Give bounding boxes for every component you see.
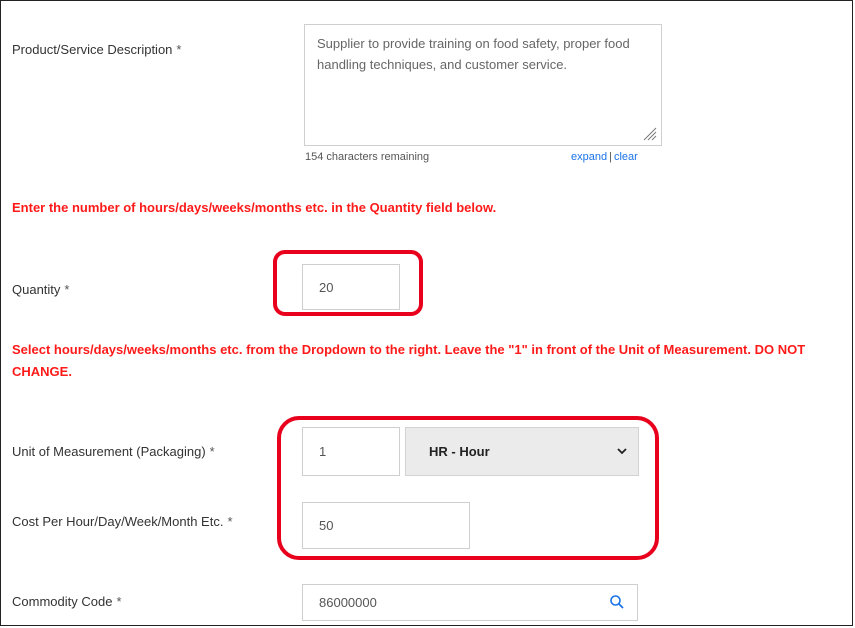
description-label: Product/Service Description * [12,42,181,57]
required-star: * [227,514,233,529]
uom-label-text: Unit of Measurement (Packaging) [12,444,206,459]
required-star: * [176,42,182,57]
resize-handle-icon[interactable] [643,127,657,141]
expand-link[interactable]: expand [571,151,607,163]
quantity-instruction: Enter the number of hours/days/weeks/mon… [12,200,497,215]
required-star: * [116,594,122,609]
clear-link[interactable]: clear [614,151,638,163]
description-text[interactable]: Supplier to provide training on food saf… [317,33,652,75]
textarea-links: expand | clear [571,151,638,163]
commodity-input[interactable]: 86000000 [302,584,638,621]
quantity-label: Quantity * [12,282,69,297]
commodity-label: Commodity Code * [12,594,122,609]
quantity-highlight [273,250,423,316]
search-icon[interactable] [609,594,625,610]
description-label-text: Product/Service Description [12,42,173,57]
description-textarea[interactable]: Supplier to provide training on food saf… [304,24,662,146]
quantity-label-text: Quantity [12,282,61,297]
required-star: * [64,282,70,297]
uom-cost-highlight [277,416,659,560]
cost-label: Cost Per Hour/Day/Week/Month Etc. * [12,514,233,529]
link-separator: | [609,151,612,163]
commodity-label-text: Commodity Code [12,594,113,609]
required-star: * [209,444,215,459]
commodity-value[interactable]: 86000000 [319,595,377,610]
uom-instruction: Select hours/days/weeks/months etc. from… [12,342,806,379]
chars-remaining: 154 characters remaining [305,151,430,163]
cost-label-text: Cost Per Hour/Day/Week/Month Etc. [12,514,224,529]
uom-label: Unit of Measurement (Packaging) * [12,444,215,459]
